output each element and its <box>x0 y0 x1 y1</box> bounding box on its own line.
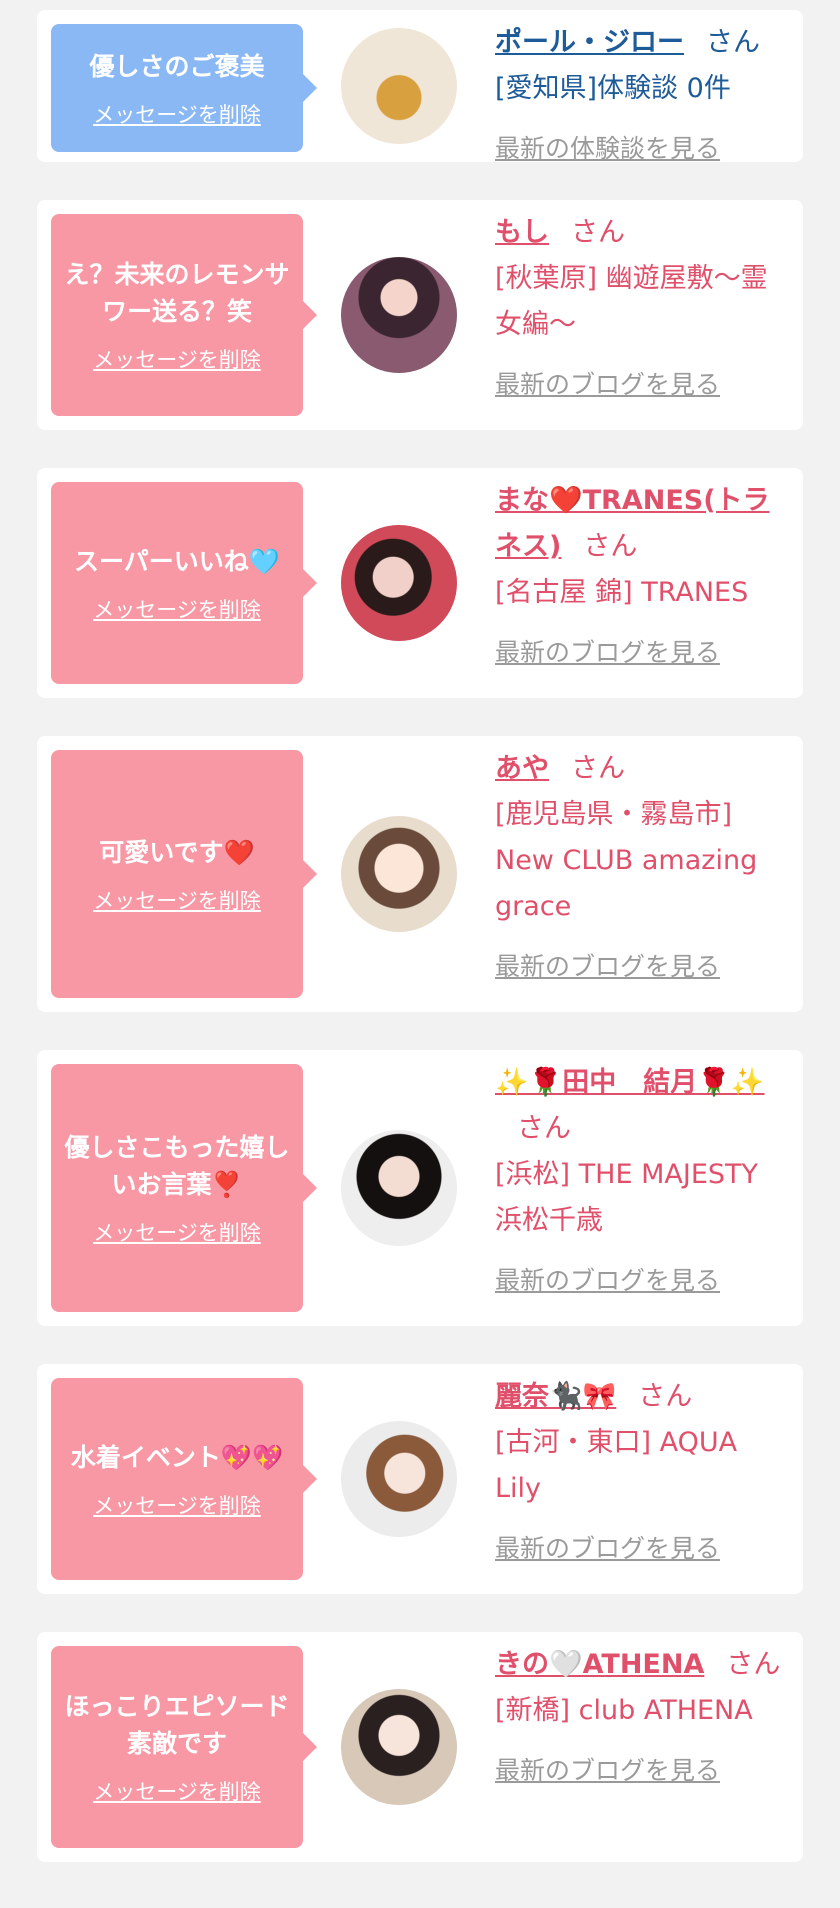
honorific: さん <box>571 217 625 248</box>
message-card: え？未来のレモンサワー送る？笑 メッセージを削除 もし さん [秋葉原] 幽遊屋敷… <box>37 200 803 430</box>
message-card: スーパーいいね🩵 メッセージを削除 まな❤️TRANES(トラネス) さん [名古… <box>37 468 803 698</box>
sender-name-link[interactable]: きの🤍ATHENA <box>495 1649 704 1680</box>
honorific: さん <box>517 1113 571 1144</box>
message-bubble: 水着イベント💖💖 メッセージを削除 <box>51 1378 303 1580</box>
illustration-avatar[interactable] <box>341 816 457 932</box>
delete-message-link[interactable]: メッセージを削除 <box>93 1776 261 1806</box>
delete-message-link[interactable]: メッセージを削除 <box>93 885 261 915</box>
honorific: さん <box>571 753 625 784</box>
sender-detail: [秋葉原] 幽遊屋敷〜霊女編〜 <box>495 263 768 340</box>
delete-message-link[interactable]: メッセージを削除 <box>93 594 261 624</box>
girl-avatar[interactable] <box>341 257 457 373</box>
girl-avatar[interactable] <box>341 525 457 641</box>
message-text: スーパーいいね🩵 <box>74 546 280 576</box>
latest-link[interactable]: 最新のブログを見る <box>495 1748 785 1794</box>
sender-detail: [新橋] club ATHENA <box>495 1695 753 1726</box>
latest-link[interactable]: 最新のブログを見る <box>495 1258 785 1304</box>
sender-name-link[interactable]: ✨🌹田中 結月🌹✨ <box>495 1067 764 1098</box>
message-text: 優しさこもった嬉しいお言葉❣️ <box>64 1133 290 1199</box>
girl-avatar[interactable] <box>341 1130 457 1246</box>
message-list: 優しさのご褒美 メッセージを削除 ポール・ジロー さん [愛知県]体験談 0件 最… <box>0 0 840 1862</box>
sender-info: あや さん [鹿児島県・霧島市] New CLUB amazing grace 最… <box>495 746 785 990</box>
message-text: 可愛いです❤️ <box>99 837 255 867</box>
message-card: 優しさのご褒美 メッセージを削除 ポール・ジロー さん [愛知県]体験談 0件 最… <box>37 10 803 163</box>
message-bubble: スーパーいいね🩵 メッセージを削除 <box>51 482 303 684</box>
delete-message-link[interactable]: メッセージを削除 <box>93 99 261 129</box>
sender-name-link[interactable]: ポール・ジロー <box>495 27 684 58</box>
latest-link[interactable]: 最新のブログを見る <box>495 1526 785 1572</box>
honorific: さん <box>726 1649 781 1680</box>
message-bubble: え？未来のレモンサワー送る？笑 メッセージを削除 <box>51 214 303 416</box>
latest-link[interactable]: 最新のブログを見る <box>495 630 785 676</box>
sender-info: まな❤️TRANES(トラネス) さん [名古屋 錦] TRANES 最新のブログ… <box>495 478 785 676</box>
bottle-avatar[interactable] <box>341 28 457 144</box>
sender-detail: [名古屋 錦] TRANES <box>495 577 749 608</box>
delete-message-link[interactable]: メッセージを削除 <box>93 344 261 374</box>
sender-name-link[interactable]: もし <box>495 217 549 248</box>
message-bubble: 優しさのご褒美 メッセージを削除 <box>51 24 303 152</box>
sender-info: きの🤍ATHENA さん [新橋] club ATHENA 最新のブログを見る <box>495 1642 785 1794</box>
sender-info: もし さん [秋葉原] 幽遊屋敷〜霊女編〜 最新のブログを見る <box>495 210 785 408</box>
message-bubble: 可愛いです❤️ メッセージを削除 <box>51 750 303 998</box>
message-card: 水着イベント💖💖 メッセージを削除 麗奈🐈‍⬛🎀 さん [古河・東口] AQUA … <box>37 1364 803 1594</box>
sender-info: ポール・ジロー さん [愛知県]体験談 0件 最新の体験談を見る <box>495 20 785 172</box>
message-text: 水着イベント💖💖 <box>70 1442 284 1472</box>
message-text: 優しさのご褒美 <box>89 51 265 81</box>
message-bubble: ほっこりエピソード素敵です メッセージを削除 <box>51 1646 303 1848</box>
sender-info: 麗奈🐈‍⬛🎀 さん [古河・東口] AQUA Lily 最新のブログを見る <box>495 1374 785 1572</box>
latest-link[interactable]: 最新の体験談を見る <box>495 126 785 172</box>
message-card: 可愛いです❤️ メッセージを削除 あや さん [鹿児島県・霧島市] New CLU… <box>37 736 803 1012</box>
girl-avatar[interactable] <box>341 1421 457 1537</box>
sender-info: ✨🌹田中 結月🌹✨ さん [浜松] THE MAJESTY 浜松千歳 最新のブログ… <box>495 1060 785 1304</box>
message-text: え？未来のレモンサワー送る？笑 <box>64 260 290 326</box>
honorific: さん <box>706 27 760 58</box>
sender-name-link[interactable]: あや <box>495 753 549 784</box>
honorific: さん <box>583 531 638 562</box>
delete-message-link[interactable]: メッセージを削除 <box>93 1217 261 1247</box>
latest-link[interactable]: 最新のブログを見る <box>495 362 785 408</box>
sender-name-link[interactable]: 麗奈🐈‍⬛🎀 <box>495 1381 616 1412</box>
message-bubble: 優しさこもった嬉しいお言葉❣️ メッセージを削除 <box>51 1064 303 1312</box>
message-text: ほっこりエピソード素敵です <box>64 1692 290 1758</box>
girl-avatar[interactable] <box>341 1689 457 1805</box>
message-card: 優しさこもった嬉しいお言葉❣️ メッセージを削除 ✨🌹田中 結月🌹✨ さん [浜松… <box>37 1050 803 1326</box>
honorific: さん <box>638 1381 693 1412</box>
sender-detail: [古河・東口] AQUA Lily <box>495 1427 738 1504</box>
sender-detail: [鹿児島県・霧島市] New CLUB amazing grace <box>495 799 758 922</box>
delete-message-link[interactable]: メッセージを削除 <box>93 1490 261 1520</box>
latest-link[interactable]: 最新のブログを見る <box>495 944 785 990</box>
sender-detail: [浜松] THE MAJESTY 浜松千歳 <box>495 1159 758 1236</box>
message-card: ほっこりエピソード素敵です メッセージを削除 きの🤍ATHENA さん [新橋] … <box>37 1632 803 1862</box>
sender-detail: [愛知県]体験談 0件 <box>495 73 731 104</box>
